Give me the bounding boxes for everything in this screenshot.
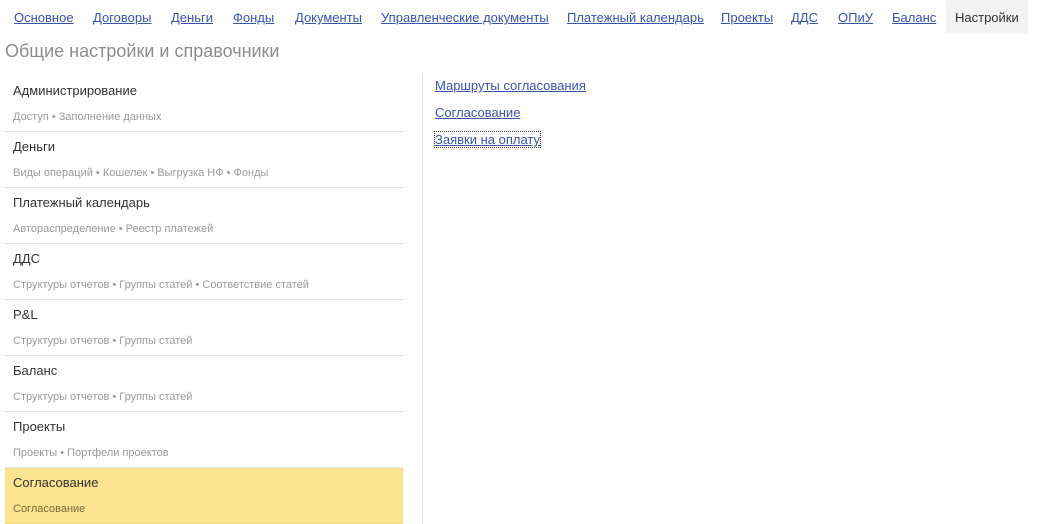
section-subtitle: Проекты • Портфели проектов	[13, 447, 169, 459]
tab-dengi[interactable]: Деньги	[171, 0, 213, 33]
tab-fondy[interactable]: Фонды	[233, 0, 274, 33]
link-marshruty-soglasovaniya[interactable]: Маршруты согласования	[435, 78, 586, 93]
section-pl[interactable]: P&L Структуры отчетов • Группы статей	[5, 300, 403, 356]
tab-nastroiki[interactable]: Настройки	[946, 0, 1028, 33]
section-platezhnyi-kalendar[interactable]: Платежный календарь Автораспределение • …	[5, 188, 403, 244]
section-administrirovanie[interactable]: Администрирование Доступ • Заполнение да…	[5, 76, 403, 132]
link-zayavki-na-oplatu[interactable]: Заявки на оплату	[433, 131, 542, 148]
section-title: Проекты	[13, 419, 66, 434]
section-title: ДДС	[13, 251, 40, 266]
section-subtitle: Автораспределение • Реестр платежей	[13, 223, 214, 235]
section-dds[interactable]: ДДС Структуры отчетов • Группы статей • …	[5, 244, 403, 300]
tab-opiu[interactable]: ОПиУ	[838, 0, 873, 33]
sections-list: Администрирование Доступ • Заполнение да…	[5, 76, 403, 524]
section-balans[interactable]: Баланс Структуры отчетов • Группы статей	[5, 356, 403, 412]
section-title: Администрирование	[13, 83, 137, 98]
section-subtitle: Доступ • Заполнение данных	[13, 111, 162, 123]
tab-proekty[interactable]: Проекты	[721, 0, 773, 33]
tab-osnovnoe[interactable]: Основное	[14, 0, 74, 33]
tab-balans[interactable]: Баланс	[892, 0, 936, 33]
tab-dokumenty[interactable]: Документы	[295, 0, 362, 33]
tab-upravlencheskie-dokumenty[interactable]: Управленческие документы	[381, 0, 549, 33]
section-title: P&L	[13, 307, 38, 322]
section-subtitle: Виды операций • Кошелек • Выгрузка НФ • …	[13, 167, 269, 179]
section-soglasovanie[interactable]: Согласование Согласование	[5, 468, 403, 524]
tab-platezhnyi-kalendar[interactable]: Платежный календарь	[567, 0, 704, 33]
section-subtitle: Структуры отчетов • Группы статей • Соот…	[13, 279, 309, 291]
section-dengi[interactable]: Деньги Виды операций • Кошелек • Выгрузк…	[5, 132, 403, 188]
section-subtitle: Структуры отчетов • Группы статей	[13, 391, 193, 403]
panel-divider	[422, 76, 423, 524]
tab-dogovory[interactable]: Договоры	[93, 0, 151, 33]
section-title: Деньги	[13, 139, 55, 154]
link-soglasovanie[interactable]: Согласование	[435, 105, 520, 120]
section-title: Баланс	[13, 363, 58, 378]
section-subtitle: Структуры отчетов • Группы статей	[13, 335, 193, 347]
top-navigation: Основное Договоры Деньги Фонды Документы…	[0, 0, 1056, 34]
section-title: Платежный календарь	[13, 195, 150, 210]
section-title: Согласование	[13, 475, 99, 490]
tab-dds[interactable]: ДДС	[791, 0, 818, 33]
page-title: Общие настройки и справочники	[5, 41, 280, 61]
section-subtitle: Согласование	[13, 503, 86, 515]
section-proekty[interactable]: Проекты Проекты • Портфели проектов	[5, 412, 403, 468]
